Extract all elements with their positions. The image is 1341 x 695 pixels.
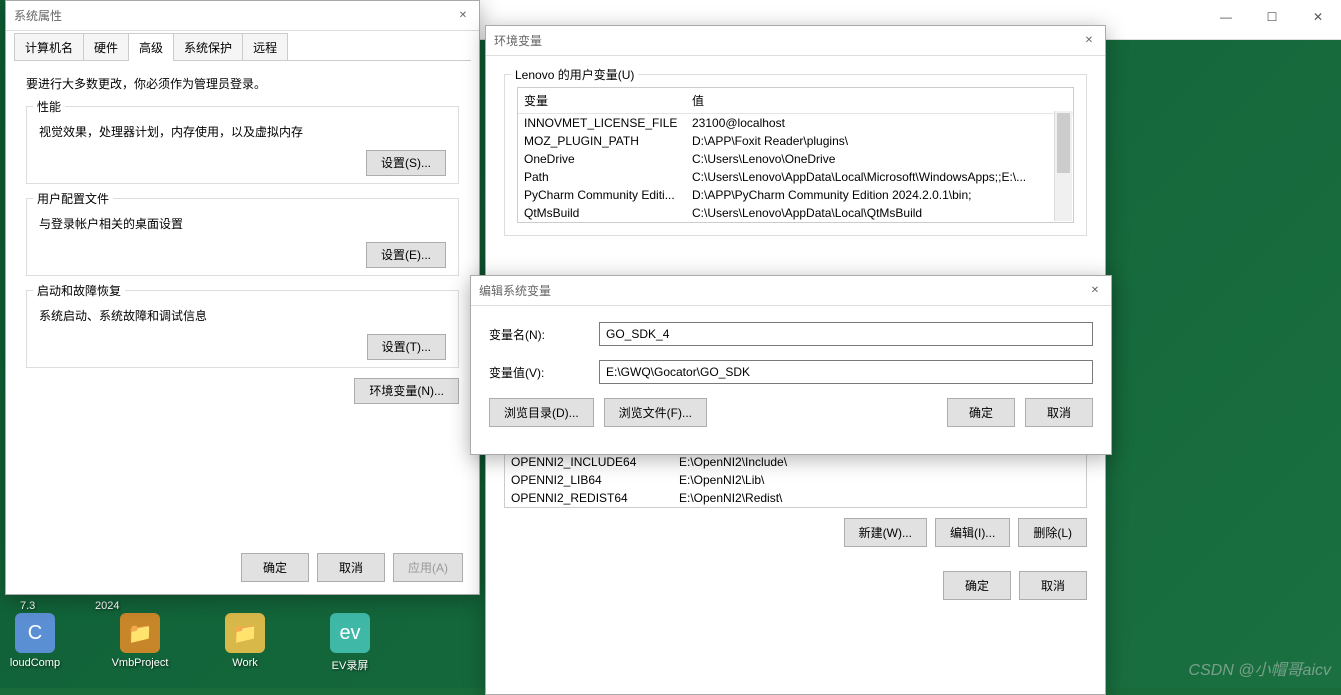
table-row[interactable]: MOZ_PLUGIN_PATHD:\APP\Foxit Reader\plugi… — [518, 132, 1073, 150]
scrollbar[interactable] — [1054, 111, 1072, 221]
group-performance: 性能 视觉效果，处理器计划，内存使用，以及虚拟内存 设置(S)... — [26, 106, 459, 184]
browse-directory-button[interactable]: 浏览目录(D)... — [489, 398, 594, 427]
user-vars-group: Lenovo 的用户变量(U) 变量 值 INNOVMET_LICENSE_FI… — [504, 74, 1087, 236]
group-title: 启动和故障恢复 — [33, 282, 125, 299]
bg-minimize-button[interactable]: — — [1203, 2, 1249, 32]
cancel-button[interactable]: 取消 — [1025, 398, 1093, 427]
ok-button[interactable]: 确定 — [943, 571, 1011, 600]
group-title: Lenovo 的用户变量(U) — [511, 66, 638, 83]
table-row[interactable]: OPENNI2_REDIST64E:\OpenNI2\Redist\ — [505, 489, 1086, 507]
cancel-button[interactable]: 取消 — [1019, 571, 1087, 600]
icon-label: loudComp — [10, 657, 60, 669]
variable-value-label: 变量值(V): — [489, 364, 599, 381]
edit-titlebar[interactable]: 编辑系统变量 — [471, 276, 1111, 306]
sys-props-buttons: 确定 取消 应用(A) — [241, 553, 463, 582]
ok-button[interactable]: 确定 — [241, 553, 309, 582]
icon-label: EV录屏 — [332, 657, 369, 673]
watermark: CSDN @小帽哥aicv — [1189, 656, 1331, 680]
table-row[interactable]: PathC:\Users\Lenovo\AppData\Local\Micros… — [518, 168, 1073, 186]
desktop-text: 7.3 — [20, 600, 35, 612]
sys-props-tabs: 计算机名 硬件 高级 系统保护 远程 — [6, 31, 479, 61]
tab-body-advanced: 要进行大多数更改，你必须作为管理员登录。 性能 视觉效果，处理器计划，内存使用，… — [14, 60, 471, 413]
close-icon[interactable] — [1081, 33, 1097, 49]
perf-settings-button[interactable]: 设置(S)... — [366, 150, 446, 176]
desktop-icons: CloudComp 📁VmbProject 📁Work evEV录屏 — [0, 613, 385, 673]
edit-body: 变量名(N): 变量值(V): 浏览目录(D)... 浏览文件(F)... 确定… — [471, 306, 1111, 443]
startup-settings-button[interactable]: 设置(T)... — [367, 334, 446, 360]
group-desc: 系统启动、系统故障和调试信息 — [39, 307, 446, 324]
delete-button[interactable]: 删除(L) — [1018, 518, 1087, 547]
admin-note: 要进行大多数更改，你必须作为管理员登录。 — [26, 75, 459, 92]
variable-name-label: 变量名(N): — [489, 326, 599, 343]
close-icon[interactable] — [1087, 283, 1103, 299]
ok-button[interactable]: 确定 — [947, 398, 1015, 427]
group-title: 性能 — [33, 98, 65, 115]
edit-buttons: 浏览目录(D)... 浏览文件(F)... 确定 取消 — [489, 398, 1093, 427]
group-desc: 视觉效果，处理器计划，内存使用，以及虚拟内存 — [39, 123, 446, 140]
profile-settings-button[interactable]: 设置(E)... — [366, 242, 446, 268]
close-icon[interactable] — [455, 8, 471, 24]
col-name: 变量 — [518, 92, 688, 109]
col-value: 值 — [688, 92, 1073, 109]
system-properties-window: 系统属性 计算机名 硬件 高级 系统保护 远程 要进行大多数更改，你必须作为管理… — [5, 0, 480, 595]
desktop-icon-vmbproject[interactable]: 📁VmbProject — [105, 613, 175, 673]
environment-variables-button[interactable]: 环境变量(N)... — [354, 378, 459, 404]
window-title: 编辑系统变量 — [479, 282, 551, 299]
tab-system-protection[interactable]: 系统保护 — [173, 33, 243, 61]
table-row[interactable]: OPENNI2_INCLUDE64E:\OpenNI2\Include\ — [505, 453, 1086, 471]
bg-close-button[interactable]: ✕ — [1295, 2, 1341, 32]
sys-vars-buttons: 新建(W)... 编辑(I)... 删除(L) — [504, 518, 1087, 547]
variable-name-input[interactable] — [599, 322, 1093, 346]
group-startup-recovery: 启动和故障恢复 系统启动、系统故障和调试信息 设置(T)... — [26, 290, 459, 368]
tab-hardware[interactable]: 硬件 — [83, 33, 129, 61]
apply-button[interactable]: 应用(A) — [393, 553, 463, 582]
variable-name-row: 变量名(N): — [489, 322, 1093, 346]
window-title: 系统属性 — [14, 7, 62, 24]
desktop-icon-work[interactable]: 📁Work — [210, 613, 280, 673]
variable-value-row: 变量值(V): — [489, 360, 1093, 384]
group-desc: 与登录帐户相关的桌面设置 — [39, 215, 446, 232]
desktop-icon-ev[interactable]: evEV录屏 — [315, 613, 385, 673]
table-row[interactable]: OPENNI2_LIB64E:\OpenNI2\Lib\ — [505, 471, 1086, 489]
tab-computer-name[interactable]: 计算机名 — [14, 33, 84, 61]
edit-button[interactable]: 编辑(I)... — [935, 518, 1010, 547]
bg-maximize-button[interactable]: ☐ — [1249, 2, 1295, 32]
cancel-button[interactable]: 取消 — [317, 553, 385, 582]
desktop-text: 2024 — [95, 600, 119, 612]
browse-file-button[interactable]: 浏览文件(F)... — [604, 398, 707, 427]
window-title: 环境变量 — [494, 32, 542, 49]
sys-props-titlebar[interactable]: 系统属性 — [6, 1, 479, 31]
env-titlebar[interactable]: 环境变量 — [486, 26, 1105, 56]
desktop-icon-cloudcomp[interactable]: CloudComp — [0, 613, 70, 673]
tab-advanced[interactable]: 高级 — [128, 33, 174, 61]
user-vars-table[interactable]: 变量 值 INNOVMET_LICENSE_FILE23100@localhos… — [517, 87, 1074, 223]
table-row[interactable]: OneDriveC:\Users\Lenovo\OneDrive — [518, 150, 1073, 168]
table-row[interactable]: PyCharm Community Editi...D:\APP\PyCharm… — [518, 186, 1073, 204]
edit-system-variable-window: 编辑系统变量 变量名(N): 变量值(V): 浏览目录(D)... 浏览文件(F… — [470, 275, 1112, 455]
group-user-profile: 用户配置文件 与登录帐户相关的桌面设置 设置(E)... — [26, 198, 459, 276]
variable-value-input[interactable] — [599, 360, 1093, 384]
group-title: 用户配置文件 — [33, 190, 113, 207]
icon-label: VmbProject — [112, 657, 169, 669]
tab-remote[interactable]: 远程 — [242, 33, 288, 61]
table-row[interactable]: QtMsBuildC:\Users\Lenovo\AppData\Local\Q… — [518, 204, 1073, 222]
env-dialog-buttons: 确定 取消 — [504, 571, 1087, 600]
table-header[interactable]: 变量 值 — [518, 88, 1073, 114]
table-row[interactable]: INNOVMET_LICENSE_FILE23100@localhost — [518, 114, 1073, 132]
new-button[interactable]: 新建(W)... — [844, 518, 927, 547]
icon-label: Work — [232, 657, 257, 669]
